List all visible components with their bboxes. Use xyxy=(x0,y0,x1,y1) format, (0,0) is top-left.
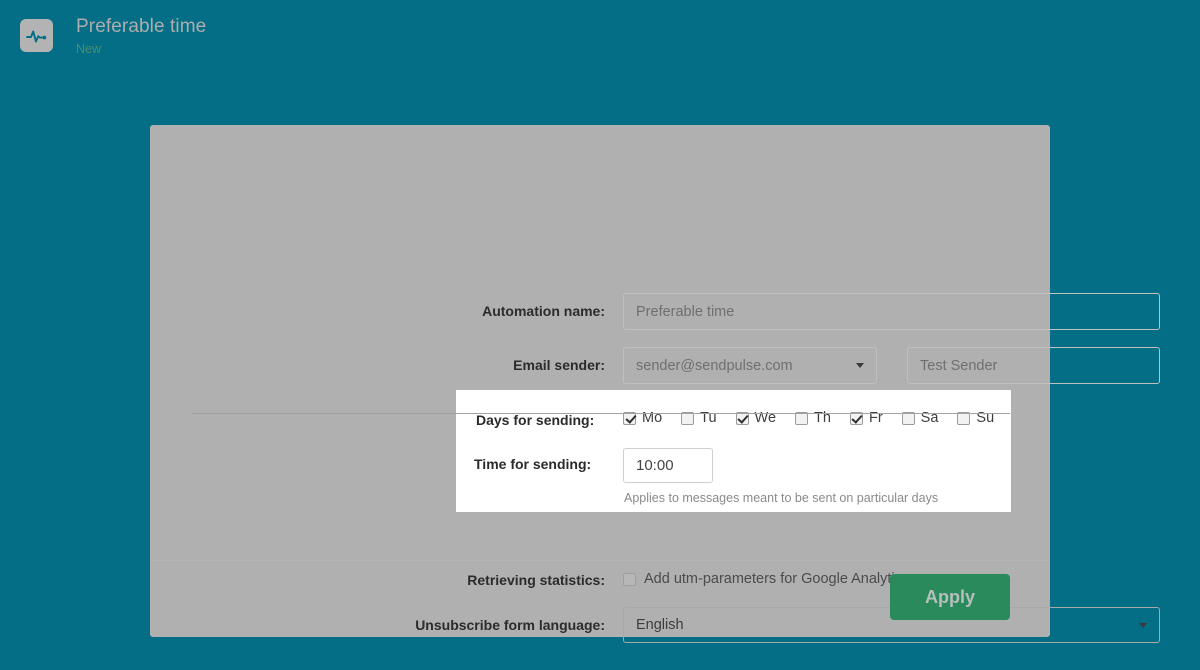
time-for-sending-hint: Applies to messages meant to be sent on … xyxy=(624,491,939,505)
status-badge: New xyxy=(76,42,102,56)
settings-card: Automation name: Email sender: sender@se… xyxy=(150,125,1160,643)
chevron-down-icon xyxy=(1139,622,1147,628)
time-for-sending-label: Time for sending: xyxy=(474,456,592,472)
card-footer: Apply xyxy=(150,560,1050,637)
page-header: Preferable time New xyxy=(0,0,1200,80)
automation-name-label: Automation name: xyxy=(482,303,605,319)
sending-schedule-panel: Days for sending: Mo Tu We Th Fr Sa Su T… xyxy=(456,390,1011,512)
time-for-sending-input[interactable] xyxy=(623,448,713,483)
pulse-icon xyxy=(20,19,53,52)
test-sender-input[interactable] xyxy=(907,347,1160,384)
days-for-sending-label: Days for sending: xyxy=(476,412,595,428)
email-sender-label: Email sender: xyxy=(513,357,605,373)
settings-form: Automation name: Email sender: sender@se… xyxy=(150,125,1160,643)
header-text-block: Preferable time New xyxy=(76,15,206,58)
automation-name-input[interactable] xyxy=(623,293,1160,330)
email-sender-select[interactable]: sender@sendpulse.com xyxy=(623,347,877,384)
section-divider xyxy=(192,413,1010,414)
chevron-down-icon xyxy=(856,363,864,368)
email-sender-value: sender@sendpulse.com xyxy=(636,357,793,374)
page-title: Preferable time xyxy=(76,16,207,37)
apply-button[interactable]: Apply xyxy=(890,574,1010,620)
